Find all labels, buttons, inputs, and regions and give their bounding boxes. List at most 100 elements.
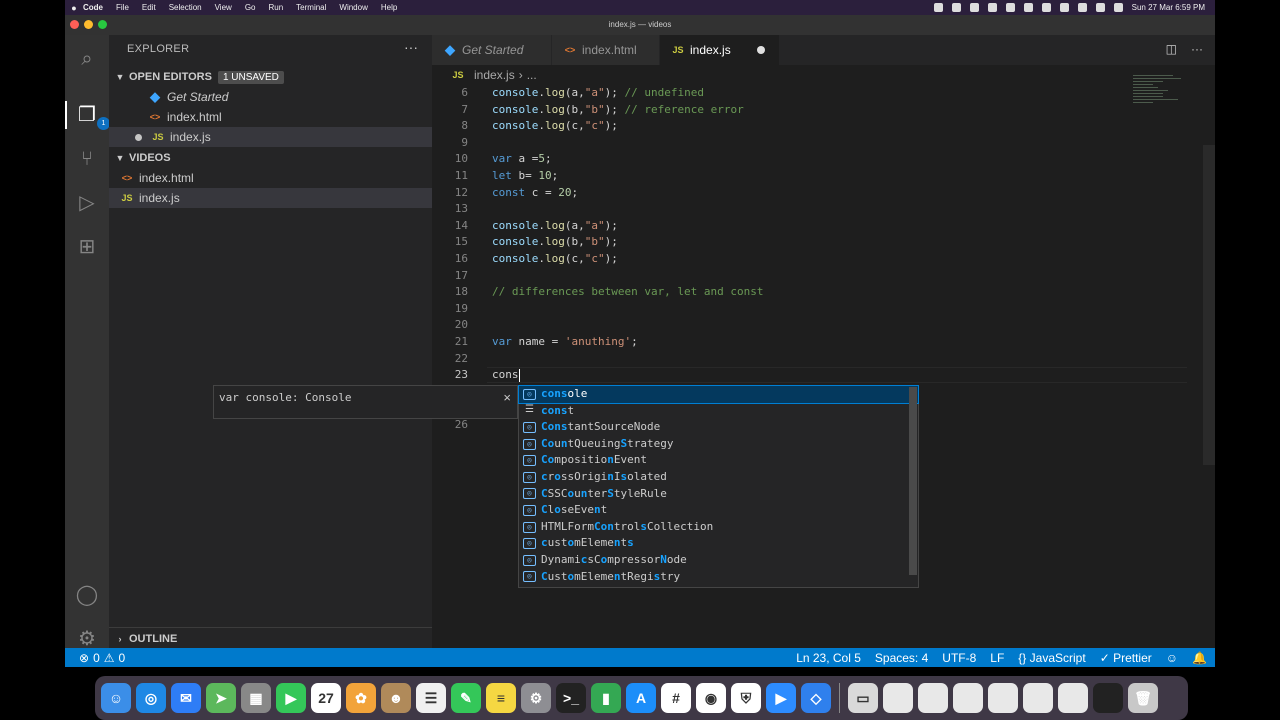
code-line[interactable]: 23 cons — [432, 367, 1215, 384]
screenshot-3-icon[interactable] — [953, 683, 983, 713]
code-line[interactable]: 9 — [432, 135, 1215, 152]
terminal-icon[interactable]: >_ — [556, 683, 586, 713]
suggestion-item[interactable]: ◎ CustomElementRegistry — [519, 569, 918, 586]
control-center-icon[interactable] — [1095, 3, 1105, 12]
outline-section[interactable]: › OUTLINE — [109, 627, 432, 649]
app-store-icon[interactable]: A — [626, 683, 656, 713]
calendar-icon[interactable]: 27 — [311, 683, 341, 713]
shield-status-icon[interactable] — [1005, 3, 1015, 12]
suggestion-item[interactable]: ◎ CSSCounterStyleRule — [519, 486, 918, 503]
end-of-line[interactable]: LF — [990, 651, 1004, 665]
tab-index-js[interactable]: JS index.js — [660, 35, 780, 65]
feedback-icon[interactable]: ☺ — [1166, 651, 1178, 665]
contacts-icon[interactable]: ☻ — [381, 683, 411, 713]
open-editor-index-html[interactable]: <> index.html — [109, 107, 432, 127]
battery-icon[interactable] — [1023, 3, 1033, 12]
code-line[interactable]: 10 var a =5; — [432, 151, 1215, 168]
menu-app[interactable]: Code — [83, 3, 103, 12]
finder-icon[interactable]: ☺ — [101, 683, 131, 713]
code-line[interactable]: 7 console.log(b,"b"); // reference error — [432, 102, 1215, 119]
vscode-dock-icon[interactable]: ◇ — [801, 683, 831, 713]
extensions-icon[interactable]: ⊞ — [75, 235, 99, 259]
close-window-button[interactable] — [70, 20, 79, 29]
menu-edit[interactable]: Edit — [142, 3, 156, 12]
tab-index-html[interactable]: <> index.html — [552, 35, 660, 65]
tab-get-started[interactable]: ◆ Get Started — [432, 35, 552, 65]
close-icon[interactable]: × — [503, 390, 511, 405]
suggestion-item[interactable]: ◎ customElements — [519, 535, 918, 552]
screen-icon[interactable] — [951, 3, 961, 12]
clock[interactable]: Sun 27 Mar 6:59 PM — [1132, 3, 1205, 12]
suggestion-item[interactable]: ◎ CloseEvent — [519, 502, 918, 519]
facetime-icon[interactable]: ▶ — [276, 683, 306, 713]
unsaved-dot-icon[interactable] — [135, 133, 142, 141]
file-index-html[interactable]: <> index.html — [109, 168, 432, 188]
suggestion-item[interactable]: ◎ DynamicsCompressorNode — [519, 552, 918, 569]
menu-help[interactable]: Help — [381, 3, 397, 12]
file-index-js[interactable]: JS index.js — [109, 188, 432, 208]
breadcrumb-more[interactable]: ... — [527, 68, 537, 82]
suggest-scrollbar[interactable] — [909, 387, 917, 575]
suggestion-item[interactable]: ☰ const — [519, 403, 918, 420]
code-line[interactable]: 13 — [432, 201, 1215, 218]
menu-view[interactable]: View — [215, 3, 232, 12]
launchpad-icon[interactable]: ▦ — [241, 683, 271, 713]
code-line[interactable]: 8 console.log(c,"c"); — [432, 118, 1215, 135]
onedrive-icon[interactable] — [987, 3, 997, 12]
menu-selection[interactable]: Selection — [169, 3, 202, 12]
encoding[interactable]: UTF-8 — [942, 651, 976, 665]
indentation[interactable]: Spaces: 4 — [875, 651, 928, 665]
editor-scrollbar[interactable] — [1203, 145, 1215, 465]
screenshot-6-icon[interactable] — [1058, 683, 1088, 713]
split-editor-icon[interactable]: ◫ — [1166, 42, 1177, 56]
menu-go[interactable]: Go — [245, 3, 256, 12]
suggestion-item[interactable]: ◎ crossOriginIsolated — [519, 469, 918, 486]
code-line[interactable]: 6 console.log(a,"a"); // undefined — [432, 85, 1215, 102]
code-line[interactable]: 12 const c = 20; — [432, 185, 1215, 202]
screenshot-5-icon[interactable] — [1023, 683, 1053, 713]
screenshot-1-icon[interactable] — [883, 683, 913, 713]
code-line[interactable]: 18 // differences between var, let and co… — [432, 284, 1215, 301]
breadcrumb-file[interactable]: index.js — [474, 68, 515, 82]
code-line[interactable]: 15 console.log(b,"b"); — [432, 234, 1215, 251]
code-line[interactable]: 14 console.log(a,"a"); — [432, 218, 1215, 235]
videos-folder-section[interactable]: ▼ VIDEOS — [109, 148, 432, 168]
unsaved-dot-icon[interactable] — [756, 46, 765, 54]
suggestion-item[interactable]: ◎ CompositionEvent — [519, 452, 918, 469]
numbers-icon[interactable]: ▮ — [591, 683, 621, 713]
source-control-icon[interactable]: ⑂ — [75, 147, 99, 171]
screenshot-7-icon[interactable] — [1093, 683, 1123, 713]
siri-icon[interactable] — [1113, 3, 1123, 12]
maps-icon[interactable]: ➤ — [206, 683, 236, 713]
account-icon[interactable]: ◯ — [75, 583, 99, 607]
screenshot-4-icon[interactable] — [988, 683, 1018, 713]
suggestion-item[interactable]: ◎ HTMLFormControlsCollection — [519, 519, 918, 536]
plug-icon[interactable] — [969, 3, 979, 12]
mail-icon[interactable]: ✉ — [171, 683, 201, 713]
more-actions-icon[interactable]: ··· — [1191, 42, 1203, 56]
chrome-icon[interactable]: ◉ — [696, 683, 726, 713]
prettier-status[interactable]: ✓ Prettier — [1100, 651, 1152, 665]
suggestion-item[interactable]: ◎ ConstantSourceNode — [519, 419, 918, 436]
minimize-window-button[interactable] — [84, 20, 93, 29]
notifications-bell-icon[interactable]: 🔔 — [1192, 651, 1207, 665]
search-icon[interactable]: ⌕ — [75, 47, 99, 71]
user-icon[interactable] — [1059, 3, 1069, 12]
wifi-icon[interactable] — [1041, 3, 1051, 12]
reminders-icon[interactable]: ☰ — [416, 683, 446, 713]
messages-icon[interactable]: ✎ — [451, 683, 481, 713]
code-line[interactable]: 21 var name = 'anuthing'; — [432, 334, 1215, 351]
problems-status[interactable]: ⊗ 0 ⚠ 0 — [65, 651, 125, 665]
open-editor-get-started[interactable]: ◆ Get Started — [109, 87, 432, 107]
menu-file[interactable]: File — [116, 3, 129, 12]
more-actions-icon[interactable]: ··· — [404, 39, 418, 55]
menu-window[interactable]: Window — [339, 3, 367, 12]
safari-icon[interactable]: ◎ — [136, 683, 166, 713]
explorer-icon[interactable]: ❐ 1 — [75, 103, 110, 130]
code-line[interactable]: 17 — [432, 268, 1215, 285]
menu-terminal[interactable]: Terminal — [296, 3, 326, 12]
maximize-window-button[interactable] — [98, 20, 107, 29]
open-editors-section[interactable]: ▼ OPEN EDITORS 1 UNSAVED — [109, 67, 432, 87]
screenshot-2-icon[interactable] — [918, 683, 948, 713]
slack-icon[interactable]: # — [661, 683, 691, 713]
